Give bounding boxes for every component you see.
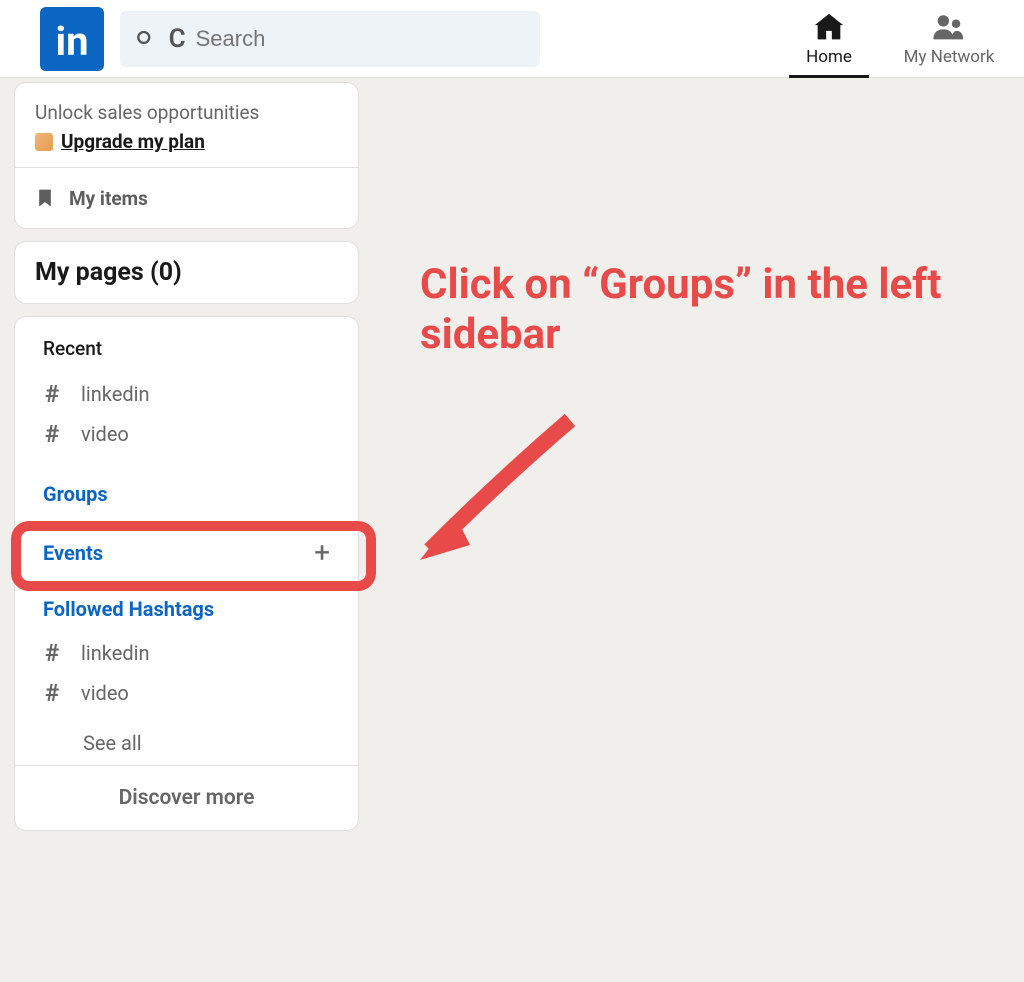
followed-item-linkedin[interactable]: # linkedin [45, 633, 330, 673]
followed-item-label: linkedin [81, 641, 150, 665]
my-pages-card[interactable]: My pages (0) [14, 241, 359, 304]
people-icon [932, 11, 966, 45]
nav-network-label: My Network [904, 47, 995, 67]
hashtag-icon: # [45, 679, 67, 707]
premium-badge-icon [35, 133, 53, 151]
discover-card: Recent # linkedin # video Groups Events … [14, 316, 359, 831]
discover-more-link[interactable]: Discover more [15, 765, 358, 830]
promo-text: Unlock sales opportunities [35, 101, 338, 124]
see-all-link[interactable]: See all [15, 721, 358, 765]
followed-item-video[interactable]: # video [45, 673, 330, 713]
my-pages-title: My pages (0) [35, 258, 338, 287]
hashtag-icon: # [45, 639, 67, 667]
annotation-text: Click on “Groups” in the left sidebar [420, 260, 980, 361]
recent-item-label: linkedin [81, 382, 150, 406]
home-icon [812, 11, 846, 45]
groups-label: Groups [43, 482, 108, 506]
promo-card: Unlock sales opportunities Upgrade my pl… [14, 82, 359, 229]
top-nav-bar: in C Home My Network [0, 0, 1024, 78]
recent-item-linkedin[interactable]: # linkedin [45, 374, 330, 414]
followed-item-label: video [81, 681, 129, 705]
my-items-link[interactable]: My items [15, 168, 358, 228]
nav-network[interactable]: My Network [889, 0, 1009, 78]
nav-home-label: Home [806, 47, 852, 67]
my-items-label: My items [69, 187, 148, 210]
upgrade-link[interactable]: Upgrade my plan [35, 130, 338, 153]
linkedin-logo[interactable]: in [40, 7, 104, 71]
upgrade-link-label: Upgrade my plan [61, 130, 205, 153]
hashtag-icon: # [45, 420, 67, 448]
events-label: Events [43, 541, 103, 565]
bookmark-icon [35, 186, 55, 210]
sidebar-events-link[interactable]: Events + [15, 524, 358, 581]
search-input[interactable] [196, 26, 524, 52]
recent-item-label: video [81, 422, 129, 446]
sidebar-followed-hashtags[interactable]: Followed Hashtags [15, 581, 358, 633]
plus-icon[interactable]: + [314, 536, 330, 569]
recent-item-video[interactable]: # video [45, 414, 330, 454]
search-box[interactable]: C [120, 11, 540, 67]
search-icon [136, 28, 155, 50]
sidebar-groups-link[interactable]: Groups [15, 468, 358, 520]
nav-home[interactable]: Home [769, 0, 889, 78]
spinner-icon: C [169, 24, 186, 54]
recent-label: Recent [43, 337, 330, 360]
hashtag-icon: # [45, 380, 67, 408]
left-sidebar: Unlock sales opportunities Upgrade my pl… [14, 82, 359, 831]
annotation-callout: Click on “Groups” in the left sidebar [420, 260, 980, 361]
arrow-icon [400, 400, 600, 600]
followed-hashtags-label: Followed Hashtags [43, 597, 214, 621]
